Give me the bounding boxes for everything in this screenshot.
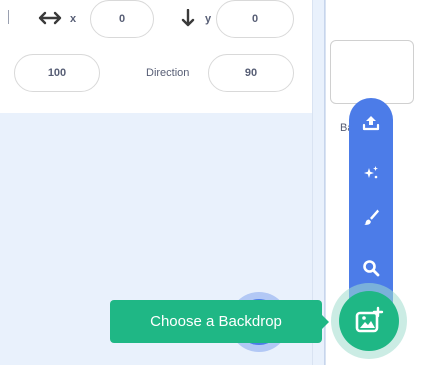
y-label: y <box>205 13 212 25</box>
search-icon[interactable] <box>358 255 384 281</box>
stage-thumbnail[interactable] <box>330 40 414 104</box>
x-label: x <box>70 13 77 25</box>
x-input[interactable]: 0 <box>90 0 154 38</box>
divider-tick <box>8 10 9 24</box>
y-input[interactable]: 0 <box>216 0 294 38</box>
sprite-info-panel: x 0 y 0 100 Direction 90 <box>0 0 313 113</box>
tooltip-tail <box>321 314 329 330</box>
choose-backdrop-tooltip: Choose a Backdrop <box>110 300 322 343</box>
x-position-icon <box>38 11 62 25</box>
upload-icon[interactable] <box>358 110 384 136</box>
surprise-icon[interactable] <box>358 160 384 186</box>
choose-backdrop-icon <box>355 306 384 333</box>
direction-label: Direction <box>146 67 190 79</box>
size-input[interactable]: 100 <box>14 54 100 92</box>
direction-input[interactable]: 90 <box>208 54 294 92</box>
y-position-icon <box>181 9 195 27</box>
choose-backdrop-button[interactable] <box>339 291 399 351</box>
paint-icon[interactable] <box>358 204 384 230</box>
